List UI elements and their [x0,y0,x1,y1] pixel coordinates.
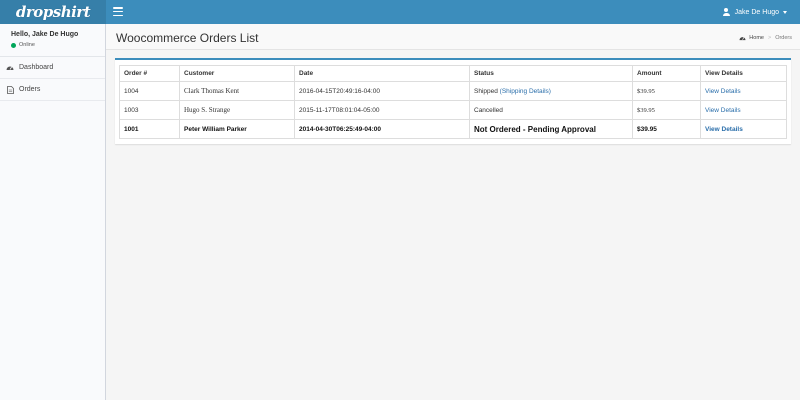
top-navbar: Jake De Hugo [106,0,800,24]
column-header-customer[interactable]: Customer [179,65,295,82]
user-icon [722,8,730,16]
brand-logo[interactable]: dropshirt [0,0,106,24]
order-date: 2014-04-30T06:25:49-04:00 [294,119,470,139]
order-status: Shipped [474,87,498,95]
orders-table: Order # Customer Date Status Amount View… [119,65,787,139]
table-row: 1001 Peter William Parker 2014-04-30T06:… [119,119,787,139]
dashboard-icon [6,64,14,72]
orders-box: Order # Customer Date Status Amount View… [115,58,791,144]
order-number: 1003 [119,100,180,120]
sidebar-item-label: Dashboard [19,64,54,71]
content-header: Woocommerce Orders List Home > Orders [106,24,800,50]
user-panel: Hello, Jake De Hugo Online [0,24,105,57]
customer-name: Hugo S. Strange [179,100,295,120]
order-status: Cancelled [469,100,633,120]
table-row: 1004 Clark Thomas Kent 2016-04-15T20:49:… [119,81,787,101]
online-status: Online [11,42,94,48]
shipping-details-link[interactable]: (Shipping Details) [500,88,551,95]
greeting-text: Hello, Jake De Hugo [11,31,79,38]
sidebar: Hello, Jake De Hugo Online Dashboard Ord… [0,24,106,400]
order-status: Not Ordered - Pending Approval [469,119,633,139]
view-details-link[interactable]: View Details [705,126,743,133]
column-header-date[interactable]: Date [294,65,470,82]
sidebar-item-dashboard[interactable]: Dashboard [0,57,105,79]
order-status-cell: Shipped (Shipping Details) [469,81,633,101]
user-menu-dropdown[interactable]: Jake De Hugo [722,0,787,24]
status-label: Online [19,42,35,48]
online-dot-icon [11,42,16,48]
breadcrumb: Home > Orders [739,35,792,41]
breadcrumb-separator: > [767,35,772,41]
page-title: Woocommerce Orders List [116,31,259,45]
order-amount: $39.95 [632,100,701,120]
header-user-name: Jake De Hugo [734,8,779,16]
breadcrumb-current: Orders [775,35,792,41]
caret-down-icon [783,10,787,14]
order-number: 1001 [119,119,180,139]
breadcrumb-home-link[interactable]: Home [749,35,764,41]
order-date: 2016-04-15T20:49:16-04:00 [294,81,470,101]
view-details-link[interactable]: View Details [705,88,741,95]
main-content: Order # Customer Date Status Amount View… [106,50,800,400]
order-amount: $39.95 [632,119,701,139]
file-icon [6,85,14,94]
sidebar-item-label: Orders [19,86,41,93]
sidebar-toggle-icon[interactable] [113,7,123,16]
logo-text: dropshirt [15,3,91,21]
order-number: 1004 [119,81,180,101]
table-header-row: Order # Customer Date Status Amount View… [119,65,787,82]
order-date: 2015-11-17T08:01:04-05:00 [294,100,470,120]
column-header-view-details[interactable]: View Details [700,65,787,82]
customer-name: Clark Thomas Kent [179,81,295,101]
sidebar-item-orders[interactable]: Orders [0,79,105,101]
dashboard-icon [739,37,746,41]
customer-name: Peter William Parker [179,119,295,139]
order-amount: $39.95 [632,81,701,101]
table-row: 1003 Hugo S. Strange 2015-11-17T08:01:04… [119,100,787,120]
column-header-status[interactable]: Status [469,65,633,82]
view-details-link[interactable]: View Details [705,107,741,114]
column-header-amount[interactable]: Amount [632,65,701,82]
column-header-order[interactable]: Order # [119,65,180,82]
